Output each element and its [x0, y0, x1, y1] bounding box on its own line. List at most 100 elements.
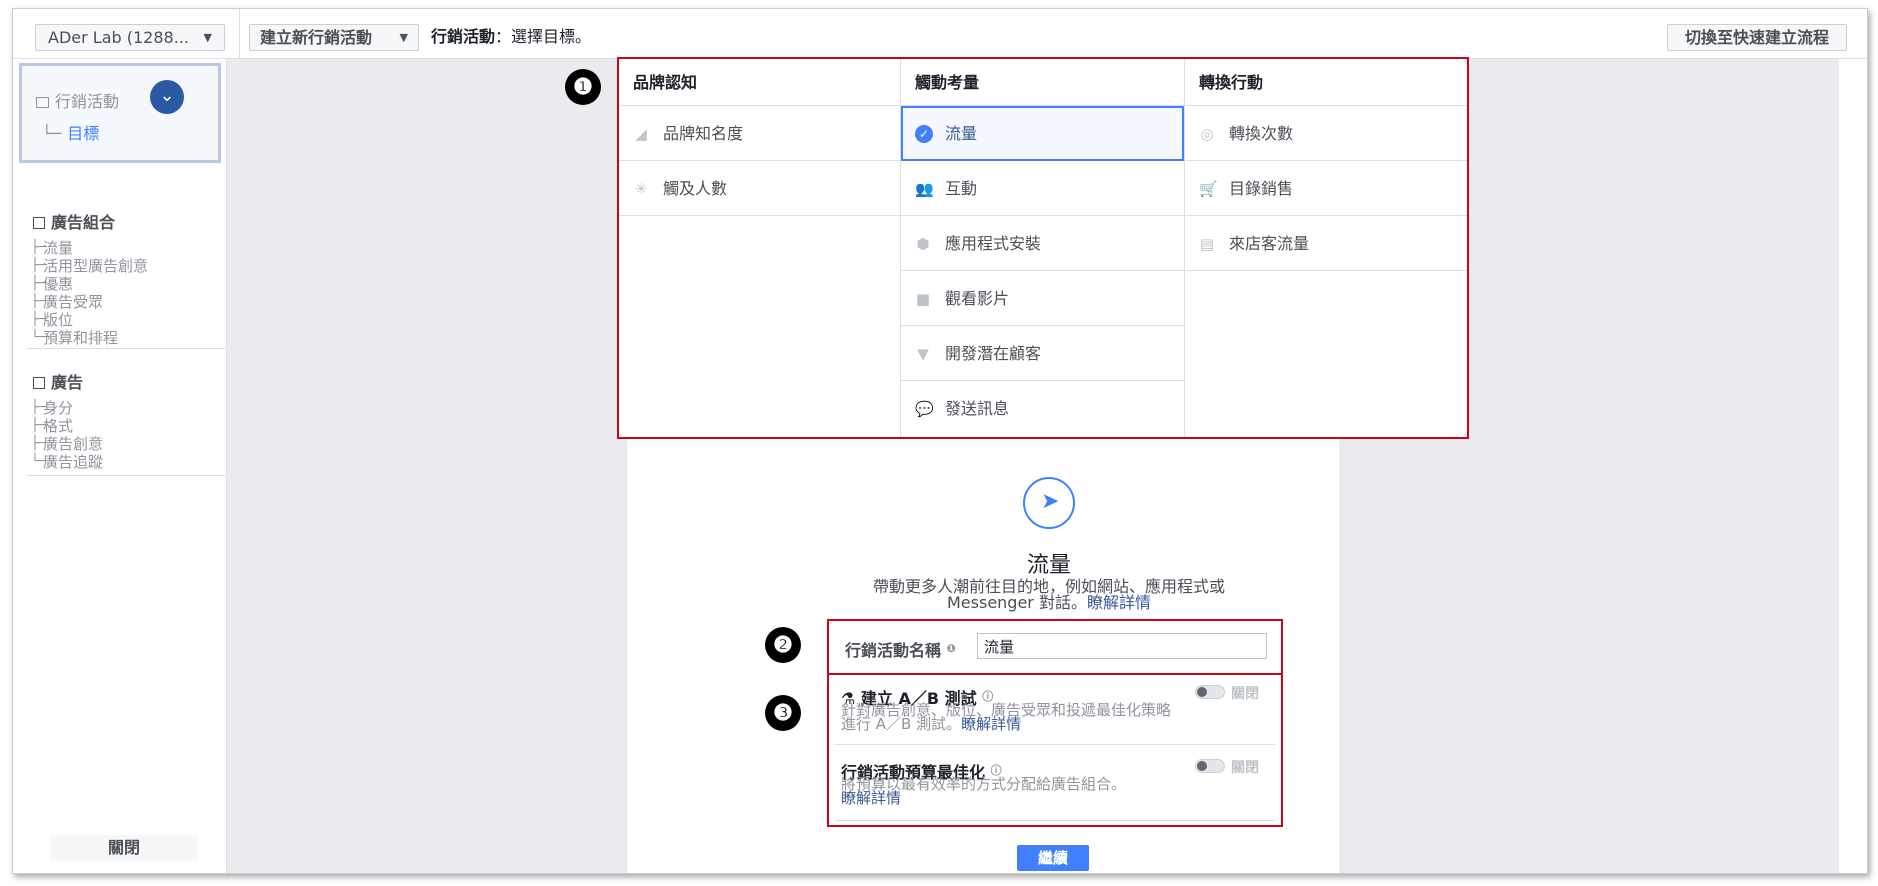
adset-heading[interactable]: 廣告組合 — [33, 209, 213, 233]
objective-brand-awareness[interactable]: ◢ 品牌知名度 — [619, 106, 900, 161]
funnel-icon: ▼ — [917, 345, 929, 363]
objective-label: 流量 — [945, 124, 978, 143]
learn-more-link[interactable]: 瞭解詳情 — [961, 715, 1021, 733]
objective-reach[interactable]: ✳ 觸及人數 — [619, 161, 900, 216]
box-icon: ⬢ — [916, 235, 930, 253]
sidebar-item-format[interactable]: 格式 — [31, 417, 213, 435]
column-header: 轉換行動 — [1185, 59, 1467, 106]
annotation-marker-3: ❸ — [765, 695, 801, 731]
account-name: ADer Lab (1288... — [48, 28, 189, 47]
sidebar-item-identity[interactable]: 身分 — [31, 399, 213, 417]
campaign-icon — [36, 97, 49, 108]
close-button[interactable]: 關閉 — [51, 835, 197, 861]
campaign-options-section: ⚗ 建立 A／B 測試 ⓘ 針對廣告創意、版位、廣告受眾和投遞最佳化策略進行 A… — [827, 673, 1283, 827]
objective-engagement[interactable]: 👥 互動 — [901, 161, 1184, 216]
objective-detail-title: 流量 — [1026, 553, 1071, 578]
chevron-down-icon[interactable]: ⌄ — [150, 80, 184, 114]
grid-icon — [33, 217, 45, 229]
campaign-name-section: 行銷活動名稱 ❶ — [827, 619, 1283, 675]
objective-detail-description: 帶動更多人潮前往目的地，例如網站、應用程式或 Messenger 對話。瞭解詳情 — [853, 579, 1245, 611]
campaign-title-label: 行銷活動 — [55, 92, 120, 111]
new-campaign-label: 建立新行銷活動 — [260, 28, 373, 47]
sidebar-ad-section: 廣告 身分 格式 廣告創意 廣告追蹤 — [31, 369, 213, 471]
sidebar-item-budget-schedule[interactable]: 預算和排程 — [31, 329, 213, 347]
sidebar-campaign-section[interactable]: 行銷活動 ⌄ └─ 目標 — [19, 63, 221, 163]
tree-connector: └─ — [42, 124, 62, 143]
sidebar: 行銷活動 ⌄ └─ 目標 廣告組合 流量 活用型廣告創意 優惠 廣告受眾 版位 預… — [13, 59, 227, 873]
annotation-marker-1: ❶ — [565, 69, 601, 105]
sidebar-item-placements[interactable]: 版位 — [31, 311, 213, 329]
objective-label: 品牌知名度 — [663, 124, 744, 143]
breadcrumb-section: 行銷活動 — [431, 27, 496, 46]
sidebar-item-objective[interactable]: └─ 目標 — [42, 120, 99, 144]
objective-label: 互動 — [945, 179, 978, 198]
objective-store-traffic[interactable]: ▤ 來店客流量 — [1185, 216, 1467, 271]
objective-label: 開發潛在顧客 — [945, 344, 1042, 363]
budget-optimization-option: 行銷活動預算最佳化 ⓘ 將預算以最有效率的方式分配給廣告組合。 瞭解詳情 關閉 — [835, 749, 1275, 821]
megaphone-icon: ◢ — [635, 125, 647, 143]
quick-creation-button[interactable]: 切換至快速建立流程 — [1667, 24, 1847, 51]
objective-label: 觀看影片 — [945, 289, 1010, 308]
ad-icon — [33, 377, 45, 389]
store-icon: ▤ — [1199, 235, 1215, 253]
check-icon: ✓ — [915, 125, 933, 143]
top-bar: ADer Lab (1288... ▼ 建立新行銷活動 ▼ 行銷活動：選擇目標。… — [13, 9, 1867, 59]
learn-more-link[interactable]: 瞭解詳情 — [841, 789, 901, 807]
right-strip — [1839, 59, 1867, 873]
ab-test-toggle[interactable] — [1195, 685, 1225, 699]
campaign-name-label: 行銷活動名稱 ❶ — [845, 637, 956, 661]
sidebar-item-tracking[interactable]: 廣告追蹤 — [31, 453, 213, 471]
divider — [27, 475, 227, 476]
campaign-name-text: 行銷活動名稱 — [845, 641, 942, 660]
sidebar-campaign-title: 行銷活動 — [36, 88, 119, 112]
sidebar-adset-section: 廣告組合 流量 活用型廣告創意 優惠 廣告受眾 版位 預算和排程 — [31, 209, 213, 347]
objective-conversions[interactable]: ◎ 轉換次數 — [1185, 106, 1467, 161]
ad-title: 廣告 — [51, 373, 84, 392]
ab-test-description: 針對廣告創意、版位、廣告受眾和投遞最佳化策略進行 A／B 測試。瞭解詳情 — [841, 703, 1171, 733]
campaign-name-input[interactable] — [977, 633, 1267, 659]
people-icon: 👥 — [915, 180, 934, 198]
learn-more-link[interactable]: 瞭解詳情 — [1087, 593, 1151, 612]
sidebar-item-traffic[interactable]: 流量 — [31, 239, 213, 257]
ad-heading[interactable]: 廣告 — [33, 369, 213, 393]
objective-traffic[interactable]: ✓ 流量 — [901, 106, 1184, 161]
annotation-marker-2: ❷ — [765, 627, 801, 663]
globe-icon: ◎ — [1200, 125, 1214, 143]
toggle-state-label: 關閉 — [1231, 760, 1259, 776]
budget-optimization-toggle[interactable] — [1195, 759, 1225, 773]
account-selector[interactable]: ADer Lab (1288... ▼ — [35, 24, 225, 51]
objective-label: 發送訊息 — [945, 399, 1010, 418]
info-icon[interactable]: ❶ — [947, 642, 956, 655]
chevron-down-icon: ▼ — [399, 31, 408, 44]
adset-title: 廣告組合 — [51, 213, 116, 232]
budget-optimization-description: 將預算以最有效率的方式分配給廣告組合。 瞭解詳情 — [841, 777, 1171, 807]
objective-lead-generation[interactable]: ▼ 開發潛在顧客 — [901, 326, 1184, 381]
new-campaign-button[interactable]: 建立新行銷活動 ▼ — [249, 24, 419, 51]
objective-column-conversion: 轉換行動 ◎ 轉換次數 🛒 目錄銷售 ▤ 來店客流量 — [1185, 59, 1467, 437]
sidebar-item-audience[interactable]: 廣告受眾 — [31, 293, 213, 311]
divider — [27, 348, 227, 349]
sidebar-item-creative[interactable]: 廣告創意 — [31, 435, 213, 453]
breadcrumb-step: ：選擇目標。 — [495, 27, 592, 46]
video-icon: ■ — [915, 290, 931, 308]
sidebar-item-dynamic-creative[interactable]: 活用型廣告創意 — [31, 257, 213, 275]
objective-label: 目錄銷售 — [1229, 179, 1294, 198]
description-text: 帶動更多人潮前往目的地，例如網站、應用程式或 Messenger 對話。 — [872, 577, 1225, 612]
objective-column-awareness: 品牌認知 ◢ 品牌知名度 ✳ 觸及人數 — [619, 59, 901, 437]
ab-test-option: ⚗ 建立 A／B 測試 ⓘ 針對廣告創意、版位、廣告受眾和投遞最佳化策略進行 A… — [835, 675, 1275, 745]
continue-button[interactable]: 繼續 — [1017, 845, 1089, 871]
objective-video-views[interactable]: ■ 觀看影片 — [901, 271, 1184, 326]
objective-app-installs[interactable]: ⬢ 應用程式安裝 — [901, 216, 1184, 271]
objective-messages[interactable]: 💬 發送訊息 — [901, 381, 1184, 436]
chat-icon: 💬 — [915, 400, 934, 418]
cursor-icon: ➤ — [1023, 477, 1075, 529]
divider — [239, 9, 240, 59]
reach-icon: ✳ — [634, 180, 648, 198]
objective-catalog-sales[interactable]: 🛒 目錄銷售 — [1185, 161, 1467, 216]
objective-column-consideration: 觸動考量 ✓ 流量 👥 互動 ⬢ 應用程式安裝 ■ 觀看影片 ▼ 開發潛在顧客 — [901, 59, 1185, 437]
objective-label: 目標 — [67, 124, 100, 143]
toggle-state-label: 關閉 — [1231, 686, 1259, 702]
objective-label: 應用程式安裝 — [945, 234, 1042, 253]
cart-icon: 🛒 — [1199, 180, 1218, 198]
sidebar-item-offer[interactable]: 優惠 — [31, 275, 213, 293]
